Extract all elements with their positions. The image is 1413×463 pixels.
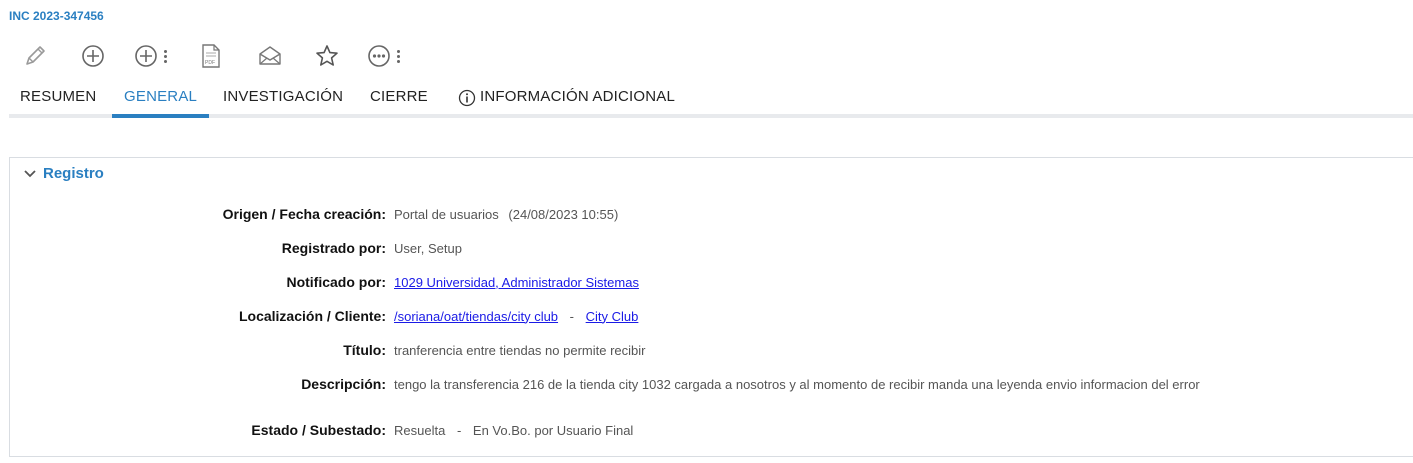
field-estado: Estado / Subestado: Resuelta - En Vo.Bo.… (10, 421, 633, 439)
field-label: Localización / Cliente: (238, 308, 386, 324)
tab-label: INVESTIGACIÓN (223, 88, 344, 105)
tab-informacion-adicional[interactable]: INFORMACIÓN ADICIONAL (458, 88, 675, 114)
origen-value: Portal de usuarios (24/08/2023 10:55) (394, 207, 618, 222)
registro-panel-toggle[interactable]: Registro (23, 165, 104, 182)
tab-cierre[interactable]: CIERRE (370, 88, 428, 114)
kebab-icon (164, 49, 167, 63)
separator: - (456, 422, 462, 438)
info-icon (458, 89, 476, 107)
tab-general[interactable]: GENERAL (112, 88, 210, 118)
more-options-icon (368, 45, 390, 67)
pencil-icon (26, 46, 45, 65)
field-titulo: Título: tranferencia entre tiendas no pe… (10, 341, 645, 359)
favorite-button[interactable] (314, 42, 340, 70)
tab-label: INFORMACIÓN ADICIONAL (480, 88, 676, 105)
field-label: Notificado por: (286, 274, 386, 290)
field-label: Registrado por: (281, 240, 386, 256)
field-registrado: Registrado por: User, Setup (10, 239, 462, 257)
pdf-icon: PDF (202, 44, 220, 68)
tab-track (9, 114, 1413, 118)
envelope-icon (259, 46, 281, 65)
add-button[interactable] (80, 42, 106, 70)
edit-button[interactable] (22, 42, 48, 70)
separator: - (569, 308, 575, 324)
tab-label: RESUMEN (20, 88, 97, 105)
more-options-button[interactable] (366, 42, 400, 70)
tab-investigacion[interactable]: INVESTIGACIÓN (223, 88, 343, 114)
field-label: Descripción: (301, 376, 386, 392)
tab-label: GENERAL (124, 88, 198, 105)
registrado-value: User, Setup (394, 240, 462, 256)
star-icon (316, 45, 338, 66)
svg-text:PDF: PDF (205, 60, 215, 66)
plus-circle-icon (82, 45, 104, 67)
pdf-button[interactable]: PDF (200, 42, 222, 70)
tab-label: CIERRE (370, 88, 428, 105)
field-descripcion: Descripción: tengo la transferencia 216 … (10, 375, 1200, 393)
field-localizacion: Localización / Cliente: /soriana/oat/tie… (10, 307, 638, 325)
subestado-value: En Vo.Bo. por Usuario Final (472, 422, 634, 438)
field-label: Estado / Subestado: (251, 422, 386, 438)
registro-panel: Registro Origen / Fecha creación: Portal… (9, 157, 1413, 457)
origen-source: Portal de usuarios (394, 206, 499, 222)
kebab-icon (397, 49, 400, 63)
incident-id: INC 2023-347456 (9, 9, 104, 23)
cliente-link[interactable]: City Club (586, 309, 639, 324)
registro-title: Registro (43, 165, 104, 182)
notificado-link[interactable]: 1029 Universidad, Administrador Sistemas (394, 275, 639, 290)
field-notificado: Notificado por: 1029 Universidad, Admini… (10, 273, 639, 291)
creation-date: (24/08/2023 10:55) (508, 206, 619, 222)
field-origen: Origen / Fecha creación: Portal de usuar… (10, 205, 619, 223)
active-tab-indicator (112, 114, 210, 118)
tab-bar: RESUMEN GENERAL INVESTIGACIÓN CIERRE INF… (9, 80, 1413, 122)
localizacion-link[interactable]: /soriana/oat/tiendas/city club (394, 309, 558, 324)
descripcion-value: tengo la transferencia 216 de la tienda … (394, 376, 1200, 392)
add-more-button[interactable] (133, 42, 167, 70)
estado-value: Resuelta (394, 422, 446, 438)
email-button[interactable] (257, 42, 283, 70)
field-label: Título: (343, 342, 386, 358)
tab-resumen[interactable]: RESUMEN (20, 88, 96, 114)
field-label: Origen / Fecha creación: (222, 206, 386, 222)
plus-circle-more-icon (135, 45, 157, 67)
chevron-down-icon (24, 169, 36, 177)
titulo-value: tranferencia entre tiendas no permite re… (394, 342, 646, 358)
